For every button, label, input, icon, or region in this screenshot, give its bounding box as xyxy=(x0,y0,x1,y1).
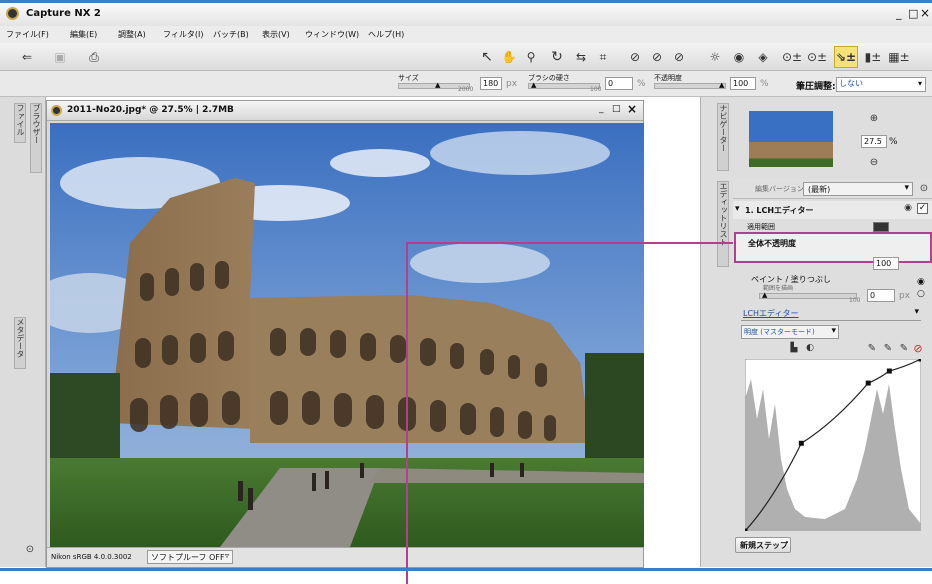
callout-line xyxy=(406,242,733,584)
bottom-accent-bar xyxy=(0,568,932,571)
